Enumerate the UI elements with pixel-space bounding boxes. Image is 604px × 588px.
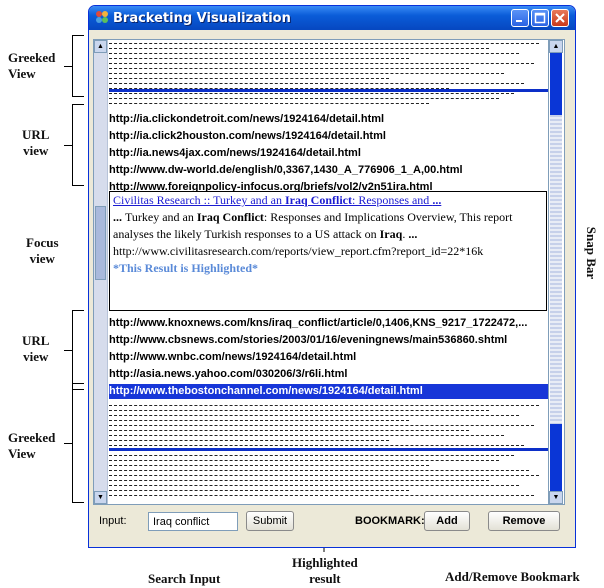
control-bar: Input: Submit BOOKMARK: Add Remove [93,508,565,538]
annotation-snap-bar: Snap Bar [584,226,599,280]
greeked-line [109,495,534,496]
snap-bar-marker[interactable] [550,424,562,492]
focus-snippet: ... Turkey and an Iraq Conflict: Respons… [113,209,543,243]
snippet-keyword: Iraq [379,227,403,241]
remove-bookmark-button[interactable]: Remove [488,511,560,531]
greeked-line [109,440,389,441]
focus-result-title[interactable]: Civilitas Research :: Turkey and an Iraq… [113,192,543,209]
snap-bar[interactable]: ▲ ▼ [548,40,564,504]
url-list-item[interactable]: http://ia.news4jax.com/news/1924164/deta… [109,146,549,161]
results-content: http://ia.clickondetroit.com/news/192416… [109,40,549,504]
vertical-scrollbar[interactable]: ▲ ▼ [94,40,108,504]
add-bookmark-button[interactable]: Add [424,511,470,531]
close-icon [555,13,565,23]
app-icon [96,11,108,23]
greeked-view-bottom [109,402,549,502]
greeked-line [109,83,524,84]
title-bar[interactable]: Bracketing Visualization [89,6,575,30]
focus-view[interactable]: Civilitas Research :: Turkey and an Iraq… [109,191,547,311]
greeked-line [109,93,514,94]
scroll-down-icon[interactable]: ▼ [94,491,107,504]
annotation-focus-view: Focus view [26,235,59,266]
url-list-item[interactable]: http://www.wnbc.com/news/1924164/detail.… [109,350,549,365]
annotation-highlighted-result: Highlighted result [292,555,358,586]
snippet-keyword: Iraq Conflict [196,210,264,224]
greeked-line [109,43,539,44]
annotation-brace [64,35,84,97]
search-input[interactable] [148,512,238,531]
greeked-line [109,420,409,421]
snap-bar-marker[interactable] [550,53,562,115]
annotation-brace [64,310,84,390]
greeked-line [109,435,504,436]
scroll-thumb[interactable] [95,206,106,280]
results-viewport[interactable]: ▲ ▼ http://ia.clickondetroit.com/news/19… [93,39,565,505]
snippet-ellipsis: ... [113,210,125,224]
greeked-line [109,78,389,79]
url-list-item[interactable]: http://www.cbsnews.com/stories/2003/01/1… [109,333,549,348]
snippet-ellipsis: ... [408,227,418,241]
annotation-url-view-top: URL view [22,127,50,158]
url-list-item[interactable]: http://ia.click2houston.com/news/1924164… [109,129,549,144]
greeked-line [109,425,534,426]
greeked-line [109,475,539,476]
greeked-view-top [109,40,549,106]
greeked-line [109,73,504,74]
scroll-up-icon[interactable]: ▲ [94,40,107,53]
greeked-line [109,53,519,54]
bookmark-label: BOOKMARK: [355,515,425,527]
maximize-button[interactable] [531,9,549,27]
focus-title-keyword: Iraq Conflict [284,193,352,207]
window-title: Bracketing Visualization [113,11,291,26]
greeked-line [109,63,534,64]
greeked-line [109,485,519,486]
greeked-line [109,98,499,99]
maximize-icon [534,12,546,24]
close-button[interactable] [551,9,569,27]
greeked-line [109,490,409,491]
greeked-line [109,455,514,456]
greeked-line [109,48,489,49]
focus-url: http://www.civilitasresearch.com/reports… [113,244,484,258]
annotation-add-remove-bookmark: Add/Remove Bookmark [445,569,580,584]
url-list-item[interactable]: http://asia.news.yahoo.com/030206/3/r6li… [109,367,549,382]
minimize-button[interactable] [511,9,529,27]
annotation-search-input: Search Input [148,571,221,586]
annotation-greeked-view-top: Greeked View [8,50,56,81]
greeked-line [109,103,429,104]
input-label: Input: [99,515,127,527]
greeked-line [109,445,524,446]
snippet-text: Turkey and an [125,210,197,224]
greeked-highlight-bar [109,89,549,92]
greeked-line [109,58,409,59]
submit-button[interactable]: Submit [246,511,294,531]
annotation-brace [64,383,84,503]
greeked-line [109,460,499,461]
greeked-line [109,430,469,431]
focus-title-text: Civilitas Research :: Turkey and an [113,193,285,207]
url-list-item[interactable]: http://www.dw-world.de/english/0,3367,14… [109,163,549,178]
greeked-line [109,415,519,416]
annotation-brace [64,104,84,186]
greeked-line [109,410,489,411]
url-list-item[interactable]: http://ia.clickondetroit.com/news/192416… [109,112,549,127]
greeked-line [109,480,489,481]
focus-highlight-note: *This Result is Highlighted* [113,261,259,275]
greeked-line [109,470,529,471]
scroll-up-icon[interactable]: ▲ [549,40,563,53]
greeked-line [109,68,469,69]
minimize-icon [516,20,522,22]
scroll-down-icon[interactable]: ▼ [549,491,563,504]
app-window: Bracketing Visualization ▲ ▼ http://ia.c… [88,5,576,548]
url-list-item[interactable]: http://www.knoxnews.com/kns/iraq_conflic… [109,316,549,331]
focus-title-text: : Responses and [351,193,433,207]
greeked-line [109,465,429,466]
greeked-highlight-bar [109,448,549,451]
url-list-item-highlighted[interactable]: http://www.thebostonchannel.com/news/192… [109,384,549,399]
greeked-line [109,405,539,406]
annotation-greeked-view-bottom: Greeked View [8,430,56,461]
annotation-url-view-bottom: URL view [22,333,50,364]
focus-title-ellipsis: ... [432,193,442,207]
